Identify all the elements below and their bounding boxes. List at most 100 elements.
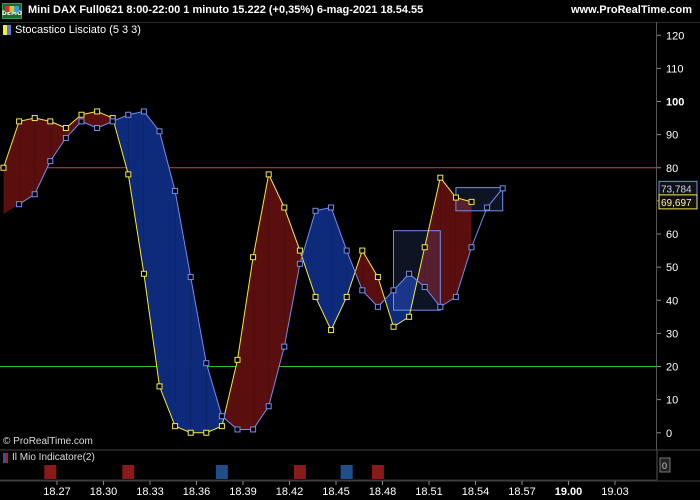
sub-value-label: 0 [662,461,667,471]
x-tick-label: 18.36 [183,486,211,498]
fill-segment [34,118,51,195]
k-series-point [421,244,428,251]
fill-segment [128,111,144,274]
x-tick-label: 18.45 [322,486,350,498]
legend-swatch-icon [3,25,11,35]
d-series-point [437,303,444,310]
k-series-point [281,204,288,211]
d-series-point [31,191,38,198]
y-tick-label: 90 [666,130,678,142]
d-series-point [265,403,272,410]
k-series-point [328,327,335,334]
k-series-point [406,313,413,320]
k-series-point [203,429,210,436]
x-tick-label: 18.39 [229,486,257,498]
y-tick-label: 110 [666,63,684,75]
sub-indicator-legend[interactable]: Il Mio Indicatore(2) [3,452,95,463]
d-series-point [140,108,147,115]
k-series-point [62,125,69,131]
d-series-point [499,185,506,192]
d-series-point [374,303,381,310]
d-series-point [484,204,491,211]
x-tick-label: 19.00 [555,486,583,498]
k-series-point [16,118,23,125]
k-series-point [31,115,38,122]
fill-segment [143,111,160,387]
fill-segment [159,131,176,427]
k-series-point [125,171,132,178]
d-series-point [296,260,303,267]
k-series-point [468,198,475,205]
k-series-point [156,383,163,390]
fill-segment [331,207,347,331]
d-series-point [328,204,335,211]
d-series-point [343,247,350,254]
k-series-point [234,356,241,363]
d-series-point [234,426,241,433]
sub-indicator-bar [215,465,228,479]
k-series-point [0,164,7,171]
d-series-point [218,413,225,420]
fill-segment [175,190,191,433]
k-series-point [218,423,225,430]
d-series-point [109,118,116,125]
last-value-label: 69,697 [661,198,692,209]
d-series-point [203,360,210,367]
k-series-point [374,274,381,281]
last-value-label: 73,784 [661,184,692,195]
sub-legend-swatch-icon [3,452,8,463]
d-series-point [452,293,459,300]
x-tick-label: 19.03 [601,486,629,498]
sub-indicator-bar [293,465,306,479]
k-series-point [390,323,397,330]
sub-indicator-label: Il Mio Indicatore(2) [12,452,95,463]
fill-segment [190,277,207,433]
x-tick-label: 18.30 [90,486,118,498]
k-series-point [78,111,85,118]
d-series-point [125,111,132,118]
y-tick-label: 30 [666,328,678,340]
d-series-point [468,244,475,251]
x-tick-label: 18.33 [136,486,164,498]
x-tick-label: 18.27 [43,486,71,498]
x-tick-label: 18.57 [508,486,536,498]
d-series-point [156,128,163,135]
y-tick-label: 60 [666,229,678,241]
k-series-point [452,194,459,201]
k-series-point [187,429,194,436]
d-series-point [16,201,23,208]
stochastic-chart[interactable]: 010203040506070809010011012073,78469,697… [0,0,700,500]
copyright: © ProRealTime.com [3,436,93,447]
k-series-point [94,108,101,115]
k-series-point [312,293,319,300]
x-tick-label: 18.54 [462,486,490,498]
y-tick-label: 100 [666,97,684,109]
x-tick-label: 18.48 [369,486,397,498]
fill-segment [253,174,269,430]
d-series-point [94,125,101,131]
k-series-point [265,171,272,178]
x-tick-label: 18.51 [415,486,443,498]
fill-segment [206,363,222,433]
d-series-point [281,343,288,350]
d-series-point [62,134,69,141]
fill-segment [315,207,332,331]
d-series-point [312,207,319,214]
d-series-point [250,426,257,433]
y-tick-label: 40 [666,295,678,307]
k-series-point [47,118,54,125]
sub-indicator-bar [371,465,384,479]
d-series-point [172,187,179,194]
sub-indicator-bar [340,465,353,479]
k-series-point [359,247,366,254]
d-series-point [359,287,366,294]
y-tick-label: 0 [666,428,672,440]
indicator-label: Stocastico Lisciato (5 3 3) [15,24,141,36]
indicator-legend[interactable]: Stocastico Lisciato (5 3 3) [3,24,141,36]
fill-segment [355,250,363,291]
d-series-point [187,274,194,281]
k-series-point [437,174,444,181]
k-series-point [140,270,147,277]
d-series-point [390,287,397,294]
y-tick-label: 50 [666,262,678,274]
